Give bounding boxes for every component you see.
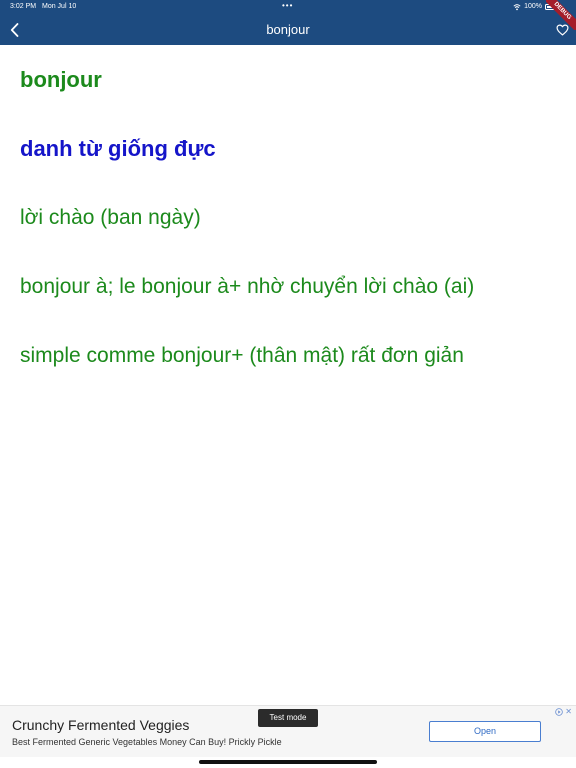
ad-close-icon[interactable]: ✕ bbox=[565, 708, 572, 716]
ad-body: Best Fermented Generic Vegetables Money … bbox=[12, 737, 282, 747]
status-date: Mon Jul 10 bbox=[42, 3, 77, 10]
app-bar: 3:02 PM Mon Jul 10 ••• 100% bonjour DEBU… bbox=[0, 0, 576, 45]
part-of-speech: danh từ giống đực bbox=[20, 136, 216, 161]
home-indicator[interactable] bbox=[199, 760, 377, 764]
wifi-icon bbox=[513, 4, 521, 11]
meaning-2: bonjour à; le bonjour à+ nhờ chuyển lời … bbox=[20, 275, 475, 298]
test-mode-badge: Test mode bbox=[258, 709, 318, 727]
meaning-3: simple comme bonjour+ (thân mật) rất đơn… bbox=[20, 344, 464, 367]
ad-headline[interactable]: Crunchy Fermented Veggies bbox=[12, 717, 189, 733]
adchoices-icon[interactable] bbox=[555, 708, 564, 716]
meaning-1: lời chào (ban ngày) bbox=[20, 206, 201, 229]
battery-percent: 100% bbox=[524, 3, 542, 10]
status-bar: 3:02 PM Mon Jul 10 ••• 100% bbox=[0, 0, 576, 14]
ad-choices[interactable]: ✕ bbox=[555, 708, 572, 716]
status-time: 3:02 PM bbox=[10, 3, 37, 10]
multitasking-dots[interactable]: ••• bbox=[282, 0, 293, 13]
page-title: bonjour bbox=[266, 22, 310, 37]
headword: bonjour bbox=[20, 67, 102, 92]
debug-banner: DEBUG bbox=[546, 0, 576, 30]
debug-label: DEBUG bbox=[546, 0, 576, 30]
ad-open-button[interactable]: Open bbox=[429, 721, 541, 742]
dictionary-entry: bonjour danh từ giống đực lời chào (ban … bbox=[20, 60, 560, 376]
